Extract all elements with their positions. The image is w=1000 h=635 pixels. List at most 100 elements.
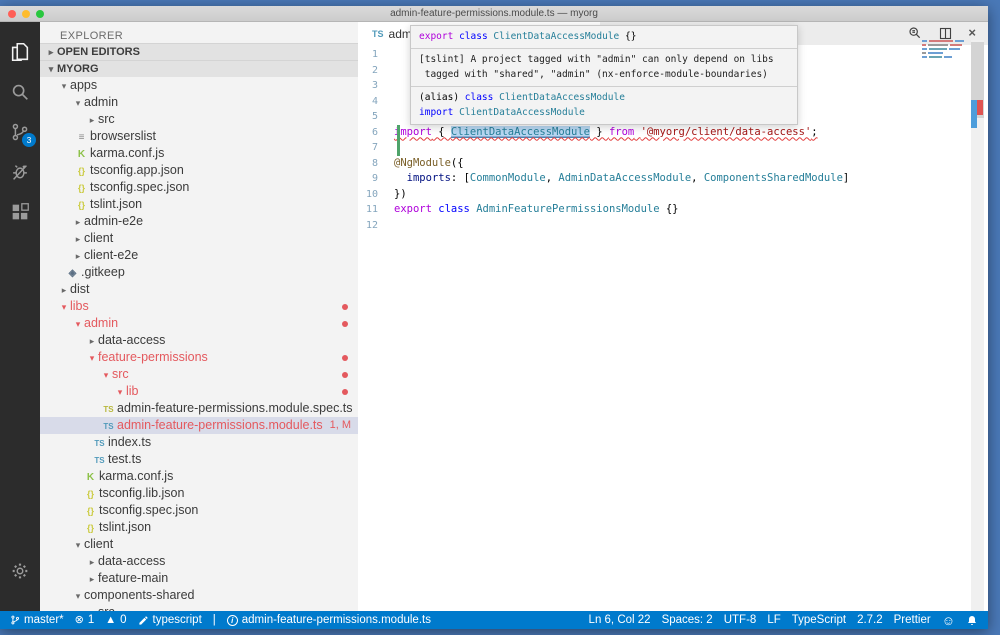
line-number: 8 xyxy=(358,156,394,172)
tree-item-karma.conf.js[interactable]: Kkarma.conf.js xyxy=(40,468,358,485)
ts-file-icon: TS xyxy=(372,29,384,39)
tree-item-label: tsconfig.spec.json xyxy=(90,180,189,194)
json-file-icon: {} xyxy=(82,503,99,520)
tree-item-label: admin-feature-permissions.module.ts xyxy=(117,418,323,432)
status-bar: master* ⊗1 ▲0 typescript | iadmin-feature-per… xyxy=(0,611,988,629)
tree-item-admin[interactable]: ▾admin xyxy=(40,94,358,111)
status-item-utf-8[interactable]: UTF-8 xyxy=(724,614,757,626)
tree-item-tsconfig.spec.json[interactable]: {}tsconfig.spec.json xyxy=(40,502,358,519)
minimap[interactable] xyxy=(922,40,968,60)
tree-item-tsconfig.app.json[interactable]: {}tsconfig.app.json xyxy=(40,162,358,179)
code-line-10[interactable]: 10}) xyxy=(358,187,968,203)
tree-item-admin-feature-permissions.module.spec.ts[interactable]: TSadmin-feature-permissions.module.spec.… xyxy=(40,400,358,417)
tree-item-apps[interactable]: ▾apps xyxy=(40,77,358,94)
tree-item-client[interactable]: ▾client xyxy=(40,536,358,553)
status-item-prettier[interactable]: Prettier xyxy=(894,614,931,626)
code-area[interactable]: 123456import { ClientDataAccessModule } … xyxy=(358,45,968,611)
tree-item-browserslist[interactable]: ≡browserslist xyxy=(40,128,358,145)
status-item-lf[interactable]: LF xyxy=(767,614,780,626)
tree-item-admin-feature-permissions.module.ts[interactable]: TSadmin-feature-permissions.module.ts1, … xyxy=(40,417,358,434)
tree-item-test.ts[interactable]: TStest.ts xyxy=(40,451,358,468)
chevron-down-icon: ▾ xyxy=(58,78,70,95)
tree-item-lib[interactable]: ▾lib xyxy=(40,383,358,400)
overview-ruler[interactable] xyxy=(971,40,984,611)
close-editor-icon[interactable]: × xyxy=(968,25,976,41)
status-item-typescript[interactable]: TypeScript xyxy=(792,614,846,626)
status-item-master-[interactable]: master* xyxy=(10,614,64,626)
status-item--[interactable]: | xyxy=(213,614,216,626)
status-item-0[interactable]: ▲0 xyxy=(105,614,126,626)
status-item[interactable] xyxy=(966,614,978,627)
status-item-admin-feature-permissions-module-ts[interactable]: iadmin-feature-permissions.module.ts xyxy=(227,614,431,626)
tree-item-admin-e2e[interactable]: ▸admin-e2e xyxy=(40,213,358,230)
line-number: 12 xyxy=(358,218,394,234)
tree-item-label: tsconfig.lib.json xyxy=(99,486,184,500)
minimize-window-button[interactable] xyxy=(22,10,30,18)
source-control-icon[interactable]: 3 xyxy=(0,112,40,152)
tree-item-components-shared[interactable]: ▾components-shared xyxy=(40,587,358,604)
code-line-8[interactable]: 8@NgModule({ xyxy=(358,156,968,172)
explorer-icon[interactable] xyxy=(0,32,40,72)
error-dot-badge xyxy=(342,355,348,361)
line-number: 3 xyxy=(358,78,394,94)
error-icon: ⊗ xyxy=(75,614,84,626)
json-file-icon: {} xyxy=(73,197,90,214)
tree-item-src[interactable]: ▸src xyxy=(40,111,358,128)
tree-item-tslint.json[interactable]: {}tslint.json xyxy=(40,519,358,536)
code-line-7[interactable]: 7 xyxy=(358,140,968,156)
tree-item-feature-main[interactable]: ▸feature-main xyxy=(40,570,358,587)
chevron-down-icon: ▾ xyxy=(72,588,84,605)
tree-item-client[interactable]: ▸client xyxy=(40,230,358,247)
status-item-typescript[interactable]: typescript xyxy=(138,614,202,626)
tree-item-src[interactable]: ▾src xyxy=(40,366,358,383)
tree-item-tslint.json[interactable]: {}tslint.json xyxy=(40,196,358,213)
tree-item-label: components-shared xyxy=(84,588,194,602)
code-line-6[interactable]: 6import { ClientDataAccessModule } from … xyxy=(358,125,968,141)
tree-item-data-access[interactable]: ▸data-access xyxy=(40,553,358,570)
tree-item-label: src xyxy=(98,112,115,126)
settings-gear-icon[interactable] xyxy=(0,551,40,591)
tooltip-signature: export class ClientDataAccessModule {} xyxy=(411,26,797,49)
section-myorg[interactable]: ▾MYORG xyxy=(40,60,358,77)
status-item-2-7-2[interactable]: 2.7.2 xyxy=(857,614,883,626)
chevron-down-icon: ▾ xyxy=(45,61,57,77)
tree-item-tsconfig.lib.json[interactable]: {}tsconfig.lib.json xyxy=(40,485,358,502)
status-item-ln-6-col-22[interactable]: Ln 6, Col 22 xyxy=(589,614,651,626)
chevron-down-icon: ▾ xyxy=(114,384,126,401)
line-number: 1 xyxy=(358,47,394,63)
tree-item-admin[interactable]: ▾admin xyxy=(40,315,358,332)
tree-item-client-e2e[interactable]: ▸client-e2e xyxy=(40,247,358,264)
status-item-spaces-2[interactable]: Spaces: 2 xyxy=(662,614,713,626)
line-number: 6 xyxy=(358,125,394,141)
tree-item-label: src xyxy=(112,367,129,381)
tree-item-index.ts[interactable]: TSindex.ts xyxy=(40,434,358,451)
open-changes-icon[interactable] xyxy=(907,25,923,41)
tree-item-tsconfig.spec.json[interactable]: {}tsconfig.spec.json xyxy=(40,179,358,196)
extensions-icon[interactable] xyxy=(0,192,40,232)
code-line-12[interactable]: 12 xyxy=(358,218,968,234)
line-number: 10 xyxy=(358,187,394,203)
tree-item-label: data-access xyxy=(98,554,165,568)
zoom-window-button[interactable] xyxy=(36,10,44,18)
close-window-button[interactable] xyxy=(8,10,16,18)
chevron-right-icon: ▸ xyxy=(86,554,98,571)
tree-item-karma.conf.js[interactable]: Kkarma.conf.js xyxy=(40,145,358,162)
status-item-1[interactable]: ⊗1 xyxy=(75,614,95,626)
tree-item-feature-permissions[interactable]: ▾feature-permissions xyxy=(40,349,358,366)
status-item[interactable]: ☺ xyxy=(942,613,955,628)
debug-icon[interactable] xyxy=(0,152,40,192)
section-open-editors[interactable]: ▸OPEN EDITORS xyxy=(40,43,358,60)
search-icon[interactable] xyxy=(0,72,40,112)
tree-item-.gitkeep[interactable]: ◈.gitkeep xyxy=(40,264,358,281)
tree-item-label: src xyxy=(98,605,115,611)
code-line-9[interactable]: 9 imports: [CommonModule, AdminDataAcces… xyxy=(358,171,968,187)
tree-item-dist[interactable]: ▸dist xyxy=(40,281,358,298)
ts-spec-file-icon: TS xyxy=(100,401,117,418)
error-dot-badge xyxy=(342,321,348,327)
code-line-11[interactable]: 11export class AdminFeaturePermissionsMo… xyxy=(358,202,968,218)
tree-item-libs[interactable]: ▾libs xyxy=(40,298,358,315)
tree-item-src[interactable]: ▸src xyxy=(40,604,358,611)
split-editor-icon[interactable] xyxy=(938,26,953,41)
tree-item-label: test.ts xyxy=(108,452,141,466)
tree-item-data-access[interactable]: ▸data-access xyxy=(40,332,358,349)
